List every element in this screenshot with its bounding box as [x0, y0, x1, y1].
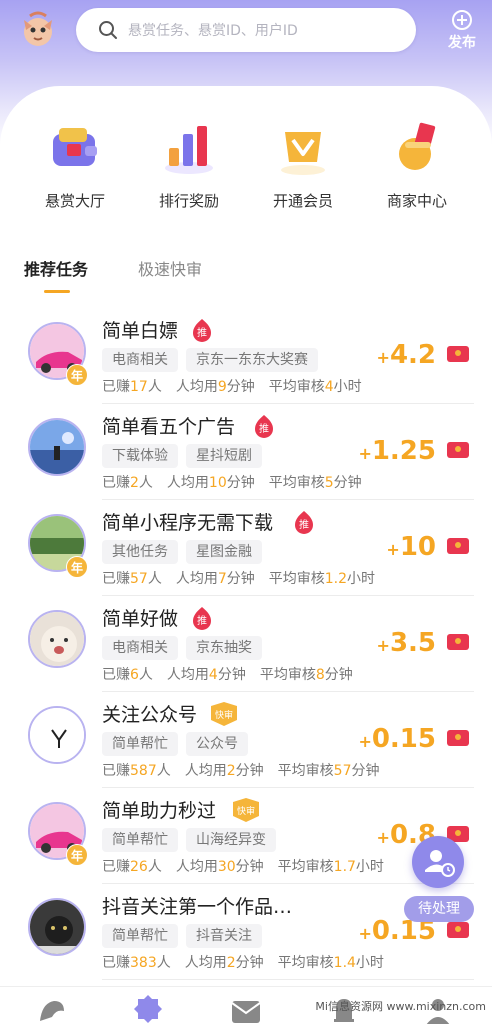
- recommend-badge-icon: 推: [190, 318, 214, 342]
- task-stats: 已赚26人 人均用30分钟 平均审核1.7小时: [102, 859, 384, 875]
- task-title: 简单白嫖: [102, 320, 179, 342]
- reward-amount: +1.25: [358, 436, 436, 466]
- year-badge: 年: [66, 844, 88, 866]
- search-placeholder: 悬赏任务、悬赏ID、用户ID: [128, 23, 298, 39]
- search-icon: [99, 21, 117, 39]
- top-header: 悬赏任务、悬赏ID、用户ID 发布: [0, 0, 492, 80]
- svg-text:推: 推: [299, 518, 309, 531]
- task-row[interactable]: 关注公众号 快审 简单帮忙 公众号 已赚587人 人均用2分钟 平均审核57分钟 +…: [0, 692, 492, 788]
- user-clock-icon: [425, 850, 455, 877]
- task-title: 关注公众号: [102, 704, 198, 726]
- red-envelope-icon: [446, 728, 470, 748]
- search-input[interactable]: 悬赏任务、悬赏ID、用户ID: [76, 8, 416, 52]
- svg-text:推: 推: [259, 422, 269, 435]
- recommend-badge-icon: 推: [292, 510, 316, 534]
- svg-text:快审: 快审: [237, 805, 255, 817]
- reward-amount: +10: [386, 532, 436, 562]
- nav-reward-icon[interactable]: [130, 993, 166, 1024]
- nav-message-icon[interactable]: [228, 993, 264, 1024]
- red-envelope-icon: [446, 536, 470, 556]
- svg-text:快审: 快审: [215, 709, 233, 721]
- task-tag: 下载体验: [102, 444, 178, 468]
- fast-review-badge-icon: 快审: [230, 798, 262, 822]
- tab-fast-review[interactable]: 极速快审: [138, 256, 202, 280]
- red-envelope-icon: [446, 440, 470, 460]
- task-tag: 公众号: [186, 732, 248, 756]
- vip-icon: [273, 118, 333, 178]
- red-envelope-icon: [446, 920, 470, 940]
- svg-text:推: 推: [197, 326, 207, 339]
- task-row[interactable]: 简单看五个广告 推 下载体验 星抖短剧 已赚2人 人均用10分钟 平均审核5分钟 +…: [0, 404, 492, 500]
- task-title: 抖音关注第一个作品…: [102, 896, 293, 918]
- quick-label: 悬赏大厅: [44, 192, 105, 210]
- quick-label: 商家中心: [386, 192, 447, 210]
- quick-item-vip[interactable]: 开通会员: [248, 118, 358, 211]
- task-tag: 京东抽奖: [186, 636, 262, 660]
- year-badge: 年: [66, 556, 88, 578]
- quick-label: 开通会员: [272, 192, 333, 210]
- task-tag: 其他任务: [102, 540, 178, 564]
- task-tag: 星抖短剧: [186, 444, 262, 468]
- ranking-icon: [159, 118, 219, 178]
- svg-text:推: 推: [197, 614, 207, 627]
- recommend-badge-icon: 推: [252, 414, 276, 438]
- tab-underline: [44, 290, 70, 293]
- watermark-text: Mi信息资源网 www.mixinzn.com: [315, 1000, 486, 1013]
- reward-amount: +0.15: [358, 724, 436, 754]
- task-stats: 已赚2人 人均用10分钟 平均审核5分钟: [102, 475, 362, 491]
- task-title: 简单好做: [102, 608, 179, 630]
- red-envelope-icon: [446, 632, 470, 652]
- task-stats: 已赚6人 人均用4分钟 平均审核8分钟: [102, 667, 353, 683]
- publish-button[interactable]: 发布: [440, 8, 484, 56]
- task-tag: 京东一东东大奖赛: [186, 348, 318, 372]
- merchant-icon: [387, 118, 447, 178]
- task-stats: 已赚57人 人均用7分钟 平均审核1.2小时: [102, 571, 376, 587]
- avatar: [28, 706, 86, 764]
- quick-item-merchant[interactable]: 商家中心: [362, 118, 472, 211]
- task-tag: 电商相关: [102, 348, 178, 372]
- red-envelope-icon: [446, 344, 470, 364]
- plus-circle-icon: [452, 10, 472, 30]
- task-row[interactable]: 简单好做 推 电商相关 京东抽奖 已赚6人 人均用4分钟 平均审核8分钟 +3.5: [0, 596, 492, 692]
- publish-label: 发布: [448, 35, 476, 51]
- avatar: [28, 418, 86, 476]
- quick-label: 排行奖励: [158, 192, 219, 210]
- reward-amount: +3.5: [376, 628, 436, 658]
- pending-fab-button[interactable]: [412, 836, 464, 888]
- task-title: 简单看五个广告: [102, 416, 236, 438]
- task-tag: 抖音关注: [186, 924, 262, 948]
- wallet-icon: [45, 118, 105, 178]
- row-divider: [102, 979, 474, 980]
- fast-review-badge-icon: 快审: [208, 702, 240, 726]
- task-tag: 山海经异变: [186, 828, 276, 852]
- task-stats: 已赚587人 人均用2分钟 平均审核57分钟: [102, 763, 380, 779]
- reward-amount: +4.2: [376, 340, 436, 370]
- task-row[interactable]: 年 简单小程序无需下载 推 其他任务 星图金融 已赚57人 人均用7分钟 平均审核1…: [0, 500, 492, 596]
- task-title: 简单小程序无需下载: [102, 512, 274, 534]
- task-row[interactable]: 年 简单白嫖 推 电商相关 京东一东东大奖赛 已赚17人 人均用9分钟 平均审核4小…: [0, 308, 492, 404]
- recommend-badge-icon: 推: [190, 606, 214, 630]
- nav-home-dragon-icon[interactable]: [34, 993, 70, 1024]
- task-title: 简单助力秒过: [102, 800, 217, 822]
- task-tabs: 推荐任务 极速快审: [24, 256, 324, 296]
- dragon-logo-icon[interactable]: [16, 8, 60, 52]
- quick-item-hall[interactable]: 悬赏大厅: [20, 118, 130, 211]
- task-stats: 已赚383人 人均用2分钟 平均审核1.4小时: [102, 955, 384, 971]
- task-stats: 已赚17人 人均用9分钟 平均审核4小时: [102, 379, 362, 395]
- pending-label[interactable]: 待处理: [404, 896, 474, 922]
- avatar: [28, 898, 86, 956]
- task-tag: 简单帮忙: [102, 828, 178, 852]
- year-badge: 年: [66, 364, 88, 386]
- quick-menu: 悬赏大厅 排行奖励 开通会员 商家中心: [0, 118, 492, 218]
- avatar: [28, 610, 86, 668]
- task-tag: 简单帮忙: [102, 924, 178, 948]
- quick-item-ranking[interactable]: 排行奖励: [134, 118, 244, 211]
- task-tag: 简单帮忙: [102, 732, 178, 756]
- task-tag: 电商相关: [102, 636, 178, 660]
- tab-recommended[interactable]: 推荐任务: [24, 256, 88, 280]
- task-tag: 星图金融: [186, 540, 262, 564]
